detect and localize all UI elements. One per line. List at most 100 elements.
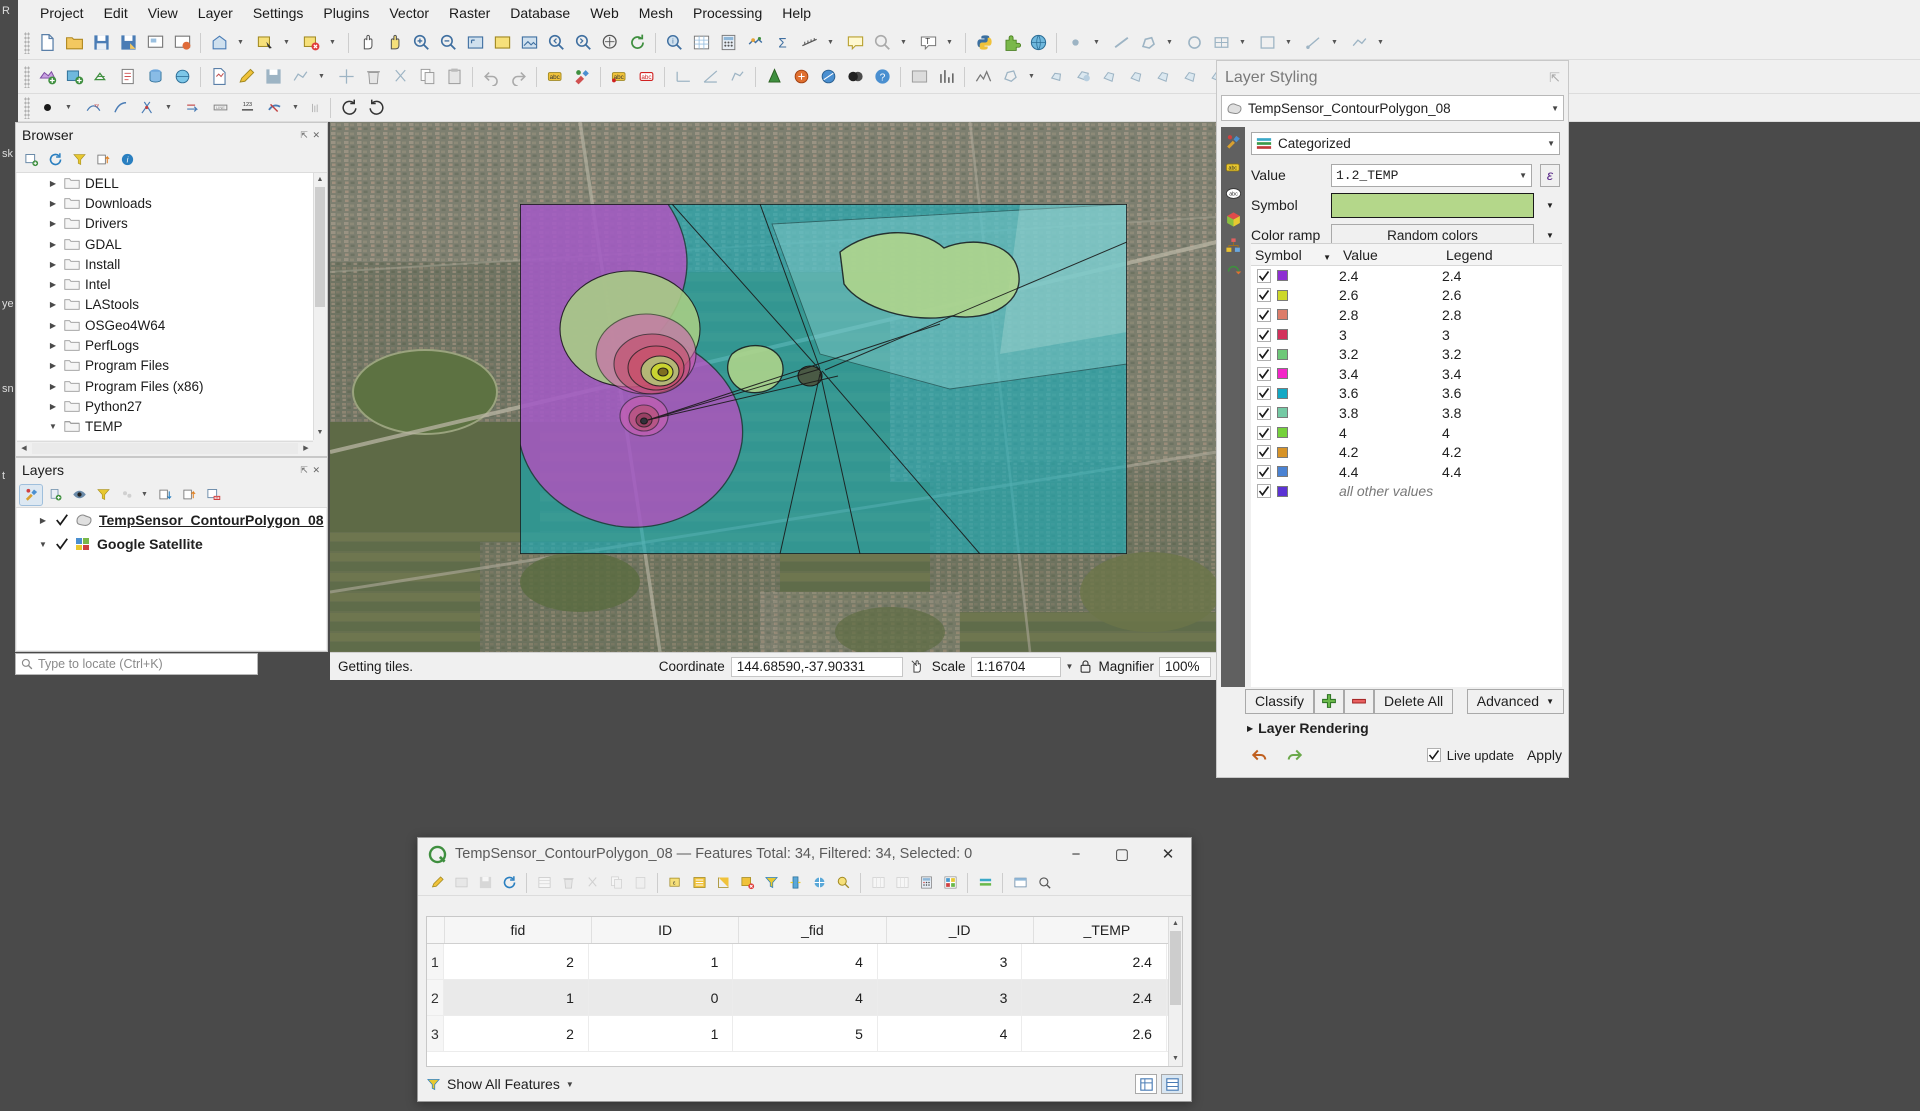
category-row[interactable]: 2.8 2.8 [1251, 305, 1562, 325]
avoid-overlap-icon[interactable]: LINE [207, 95, 233, 121]
scale-value[interactable]: 1:16704 [970, 656, 1061, 677]
table-cell-ID[interactable]: 0 [589, 980, 734, 1015]
filter-features-icon[interactable] [760, 873, 782, 893]
sort-caret-icon[interactable]: ▼ [1323, 253, 1331, 262]
table-cell-u_fid[interactable]: 5 [733, 1016, 878, 1051]
browser-item[interactable]: ▶ Program Files [17, 356, 313, 376]
buffer-tool-icon[interactable] [1043, 64, 1069, 90]
field-calculator-icon[interactable] [915, 873, 937, 893]
column-header-_fid[interactable]: _fid [739, 917, 887, 943]
delete-selected-icon[interactable] [557, 873, 579, 893]
rotate-ccw-icon[interactable] [336, 95, 362, 121]
zoom-next-icon[interactable] [570, 30, 596, 56]
remove-layer-icon[interactable] [202, 485, 224, 505]
save-project-as-icon[interactable] [115, 30, 141, 56]
cut-icon[interactable] [581, 873, 603, 893]
processing-toolbox-icon[interactable] [742, 30, 768, 56]
scroll-right-arrow-icon[interactable]: ▶ [299, 442, 313, 456]
merge-features-icon[interactable] [842, 64, 868, 90]
toggle-multiedit-icon[interactable] [450, 873, 472, 893]
layers-list[interactable]: ▶ TempSensor_ContourPolygon_08 ▼ Google … [17, 508, 326, 650]
category-value-cell[interactable]: 4.2 [1339, 444, 1442, 460]
conditional-formatting-icon[interactable] [939, 873, 961, 893]
tab-labels-icon[interactable]: abc [1223, 157, 1243, 177]
table-cell-ID[interactable]: 1 [589, 944, 734, 979]
manage-layer-visibility-icon[interactable] [68, 485, 90, 505]
live-update-toggle[interactable]: Live update [1426, 748, 1514, 763]
expand-arrow-icon[interactable]: ▶ [47, 341, 59, 350]
menu-project[interactable]: Project [30, 1, 94, 25]
category-color-swatch[interactable] [1277, 446, 1288, 458]
category-row[interactable]: 33 [1251, 325, 1562, 345]
deselect-features-icon[interactable] [298, 30, 324, 56]
tab-masks-icon[interactable]: abc [1223, 183, 1243, 203]
category-legend-cell[interactable]: 3 [1442, 327, 1562, 343]
zoom-to-layer-icon[interactable] [516, 30, 542, 56]
vertex-tool-icon[interactable] [1346, 30, 1372, 56]
table-row[interactable]: 3 2 1 5 4 2.6 [427, 1016, 1182, 1052]
categories-table[interactable]: Symbol ▼ Value Legend 2.4 2.4 2.6 2.6 2.8 2.8… [1251, 243, 1562, 687]
point-tool-icon[interactable] [1062, 30, 1088, 56]
category-row[interactable]: 44 [1251, 423, 1562, 443]
menu-layer[interactable]: Layer [188, 1, 243, 25]
browser-item[interactable]: ▶ LAStools [17, 295, 313, 315]
expand-arrow-icon[interactable]: ▶ [37, 516, 49, 525]
table-cell-u_TEMP[interactable]: 2.6 [1022, 1016, 1167, 1051]
snap-intersection-icon[interactable] [134, 95, 160, 121]
expand-arrow-icon[interactable]: ▶ [1247, 724, 1253, 733]
category-color-swatch[interactable] [1277, 270, 1288, 282]
open-layer-styling-icon[interactable] [19, 483, 43, 506]
category-legend-cell[interactable]: 3.8 [1442, 405, 1562, 421]
category-legend-cell[interactable]: 2.8 [1442, 307, 1562, 323]
column-header-_temp[interactable]: _TEMP [1034, 917, 1182, 943]
expand-arrow-icon[interactable]: ▶ [47, 280, 59, 289]
deselect-all-icon[interactable] [736, 873, 758, 893]
scroll-thumb[interactable] [1170, 931, 1181, 1005]
category-color-swatch[interactable] [1277, 407, 1288, 419]
move-feature-icon[interactable] [333, 64, 359, 90]
save-project-icon[interactable] [88, 30, 114, 56]
intersect-tool-icon[interactable] [1151, 64, 1177, 90]
pan-to-selection-icon[interactable] [381, 30, 407, 56]
reshape-features-icon[interactable] [788, 64, 814, 90]
zoom-full-icon[interactable] [462, 30, 488, 56]
zoom-last-icon[interactable] [543, 30, 569, 56]
polygon-tool-icon[interactable] [1135, 30, 1161, 56]
table-cell-ID[interactable]: 1 [589, 1016, 734, 1051]
annotation-dropdown-caret[interactable]: ▼ [942, 30, 960, 56]
category-value-cell[interactable]: 2.8 [1339, 307, 1442, 323]
scroll-up-arrow-icon[interactable]: ▲ [1169, 917, 1182, 931]
expand-arrow-icon[interactable]: ▶ [47, 402, 59, 411]
expand-arrow-icon[interactable]: ▶ [47, 300, 59, 309]
cut-features-icon[interactable] [387, 64, 413, 90]
identify-features-icon[interactable]: i [661, 30, 687, 56]
category-color-swatch[interactable] [1277, 387, 1288, 399]
symbol-preview-swatch[interactable] [1331, 192, 1534, 218]
table-cell-u_fid[interactable]: 4 [733, 980, 878, 1015]
annotation-layer-icon[interactable] [1254, 30, 1280, 56]
layout-manager-icon[interactable] [169, 30, 195, 56]
styling-panel-controls[interactable]: ⇱ [1549, 70, 1560, 86]
category-legend-cell[interactable]: 3.2 [1442, 346, 1562, 362]
menu-help[interactable]: Help [772, 1, 821, 25]
menu-web[interactable]: Web [580, 1, 629, 25]
chevron-down-icon[interactable]: ▼ [1519, 171, 1527, 180]
text-annotation-icon[interactable]: T [915, 30, 941, 56]
table-cell-fid[interactable]: 2 [444, 944, 589, 979]
table-row[interactable]: 1 2 1 4 3 2.4 [427, 944, 1182, 980]
add-feature-icon[interactable] [287, 64, 313, 90]
browser-item[interactable]: ▶ Python27 [17, 396, 313, 416]
classify-button[interactable]: Classify [1245, 688, 1315, 714]
polygon-dropdown-caret[interactable]: ▼ [1162, 30, 1180, 56]
category-row[interactable]: all other values [1251, 482, 1562, 502]
category-value-cell[interactable]: 3 [1339, 327, 1442, 343]
filter-selector-label[interactable]: Show All Features [447, 1076, 560, 1092]
statistics-panel-icon[interactable] [933, 64, 959, 90]
paste-features-icon[interactable] [441, 64, 467, 90]
point-dropdown-caret[interactable]: ▼ [1089, 30, 1107, 56]
scroll-up-arrow-icon[interactable]: ▲ [314, 173, 326, 187]
info-icon[interactable]: i [116, 150, 138, 170]
remove-category-button[interactable] [1344, 688, 1375, 714]
add-mesh-layer-icon[interactable] [88, 64, 114, 90]
zoom-native-icon[interactable] [597, 30, 623, 56]
